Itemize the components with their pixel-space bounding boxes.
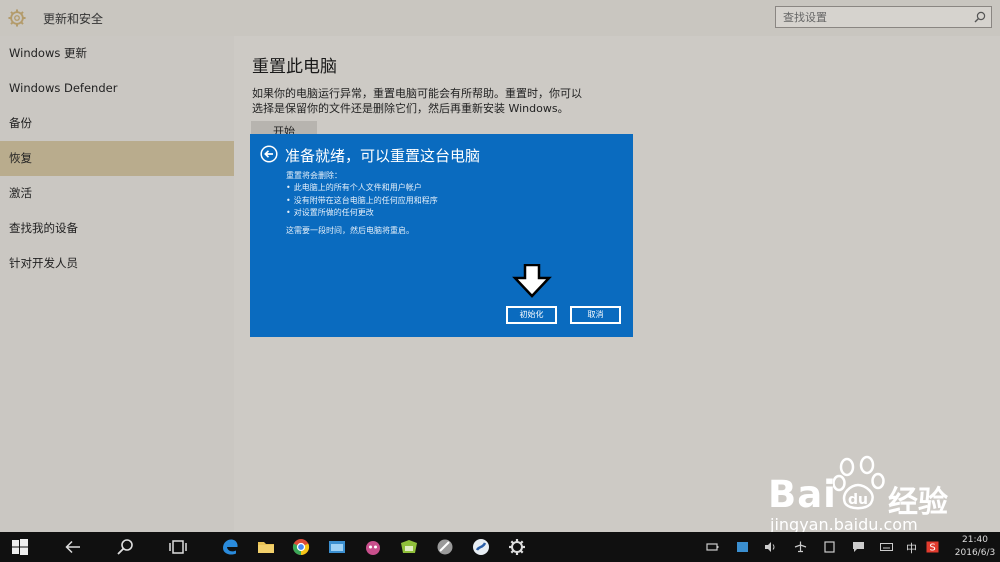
volume-icon[interactable]: [764, 541, 777, 553]
sidebar-item-windows-update[interactable]: Windows 更新: [0, 36, 234, 71]
browser-app-icon[interactable]: [471, 537, 491, 557]
clock-time: 21:40: [962, 535, 988, 545]
game-app-icon[interactable]: [363, 537, 383, 557]
file-explorer-icon[interactable]: [256, 537, 276, 557]
settings-gear-icon[interactable]: [507, 537, 527, 557]
removal-list: 此电脑上的所有个人文件和用户帐户 没有附带在这台电脑上的任何应用和程序 对设置所…: [286, 182, 438, 220]
search-box[interactable]: [775, 6, 992, 28]
app-title: 更新和安全: [43, 12, 104, 26]
baidu-watermark: Bai du 经验 jingyan.baidu.com: [768, 455, 1000, 535]
app-window-icon[interactable]: [327, 537, 347, 557]
reset-dialog: 准备就绪，可以重置这台电脑 重置将会删除： 此电脑上的所有个人文件和用户帐户 没…: [250, 134, 633, 337]
search-icon[interactable]: [115, 537, 135, 557]
paw-logo-icon: du: [833, 455, 885, 510]
sidebar-item-activation[interactable]: 激活: [0, 176, 234, 211]
clock[interactable]: 21:40 2016/6/3: [952, 534, 998, 560]
dialog-title: 准备就绪，可以重置这台电脑: [285, 147, 481, 165]
tray-app-icon[interactable]: [736, 541, 749, 553]
reset-description: 如果你的电脑运行异常，重置电脑可能会有所帮助。重置时，你可以选择是保留你的文件还…: [252, 87, 582, 115]
tablet-mode-icon[interactable]: [823, 541, 836, 553]
sidebar: Windows 更新 Windows Defender 备份 恢复 激活 查找我…: [0, 36, 234, 532]
sogou-ime-icon[interactable]: S: [926, 541, 939, 553]
back-icon[interactable]: [63, 537, 83, 557]
edge-browser-icon[interactable]: [220, 537, 240, 557]
search-icon[interactable]: [974, 11, 986, 23]
down-arrow-icon: [512, 264, 552, 298]
clock-date: 2016/6/3: [954, 548, 996, 558]
initialize-button[interactable]: 初始化: [506, 306, 557, 324]
tool-app-icon[interactable]: [435, 537, 455, 557]
action-center-icon[interactable]: [852, 541, 865, 553]
keyboard-icon[interactable]: [880, 541, 893, 553]
page-title: 重置此电脑: [252, 57, 337, 77]
watermark-brand: Bai: [768, 473, 837, 516]
ime-indicator[interactable]: 中: [906, 540, 917, 556]
title-bar: 更新和安全: [0, 0, 1000, 36]
back-arrow-icon[interactable]: [260, 145, 278, 163]
taskbar: 中 S 21:40 2016/6/3: [0, 532, 1000, 562]
cancel-button[interactable]: 取消: [570, 306, 621, 324]
gear-icon: [8, 9, 26, 27]
sidebar-item-for-developers[interactable]: 针对开发人员: [0, 246, 234, 281]
battery-icon[interactable]: [706, 541, 719, 553]
list-item: 对设置所做的任何更改: [286, 207, 438, 220]
chrome-icon[interactable]: [291, 537, 311, 557]
dialog-note: 这需要一段时间，然后电脑将重启。: [286, 226, 414, 235]
svg-text:S: S: [929, 543, 935, 554]
search-input[interactable]: [776, 7, 966, 27]
list-item: 没有附带在这台电脑上的任何应用和程序: [286, 195, 438, 208]
task-view-icon[interactable]: [168, 537, 188, 557]
sidebar-item-backup[interactable]: 备份: [0, 106, 234, 141]
airplane-mode-icon[interactable]: [794, 541, 807, 553]
sidebar-item-find-my-device[interactable]: 查找我的设备: [0, 211, 234, 246]
list-item: 此电脑上的所有个人文件和用户帐户: [286, 182, 438, 195]
dialog-subtitle: 重置将会删除：: [286, 171, 342, 180]
svg-text:du: du: [848, 492, 868, 508]
windows-start-icon[interactable]: [10, 537, 30, 557]
folder-app-icon[interactable]: [399, 537, 419, 557]
sidebar-item-windows-defender[interactable]: Windows Defender: [0, 71, 234, 106]
sidebar-item-recovery[interactable]: 恢复: [0, 141, 234, 176]
